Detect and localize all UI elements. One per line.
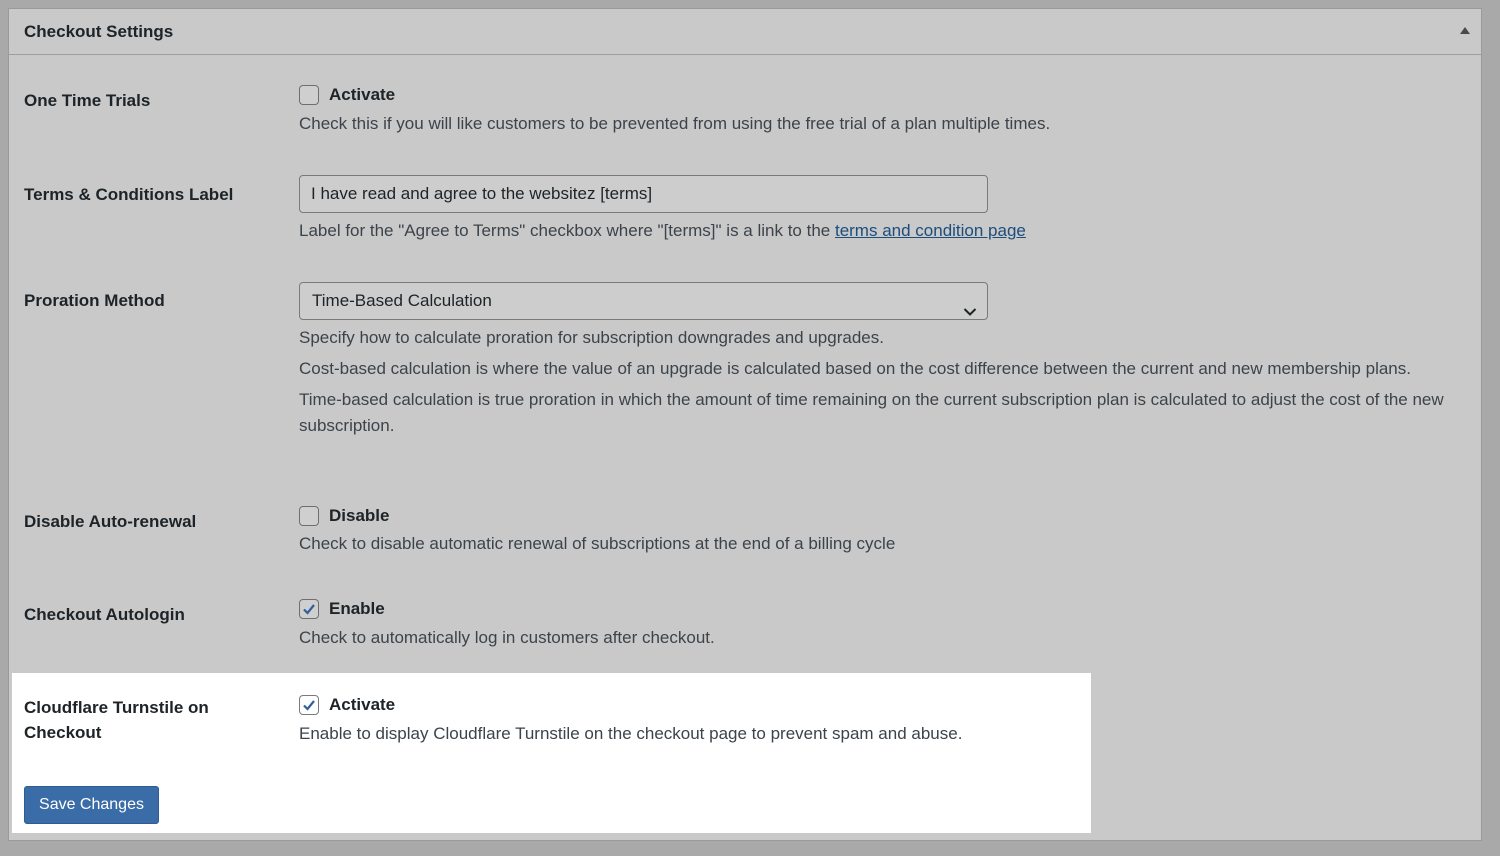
field-cloudflare-turnstile: Activate Enable to display Cloudflare Tu… (299, 694, 962, 747)
auto-renewal-checkbox[interactable] (299, 506, 319, 526)
one-time-trials-checkbox[interactable] (299, 85, 319, 105)
checkmark-icon (303, 700, 315, 711)
proration-selected-value: Time-Based Calculation (312, 291, 492, 310)
autologin-checkbox-label[interactable]: Enable (329, 599, 385, 619)
auto-renewal-checkbox-label[interactable]: Disable (329, 506, 389, 526)
terms-description: Label for the "Agree to Terms" checkbox … (299, 218, 1026, 244)
label-cloudflare-turnstile: Cloudflare Turnstile on Checkout (24, 695, 209, 745)
label-checkout-autologin: Checkout Autologin (24, 605, 185, 624)
collapse-toggle-icon[interactable] (1457, 23, 1473, 39)
field-checkout-autologin: Enable Check to automatically log in cus… (299, 598, 715, 651)
chevron-down-icon (963, 294, 977, 329)
turnstile-checkbox[interactable] (299, 695, 319, 715)
auto-renewal-description: Check to disable automatic renewal of su… (299, 534, 896, 553)
label-one-time-trials: One Time Trials (24, 91, 151, 110)
label-disable-auto-renewal: Disable Auto-renewal (24, 512, 197, 531)
label-proration-method: Proration Method (24, 291, 165, 310)
proration-method-select[interactable]: Time-Based Calculation (299, 282, 988, 320)
turnstile-checkbox-label[interactable]: Activate (329, 695, 395, 715)
checkmark-icon (303, 604, 315, 615)
turnstile-description: Enable to display Cloudflare Turnstile o… (299, 724, 963, 743)
field-proration-method: Time-Based Calculation Specify how to ca… (299, 282, 1459, 439)
terms-description-text: Label for the "Agree to Terms" checkbox … (299, 221, 835, 240)
terms-label-input[interactable]: I have read and agree to the websitez [t… (299, 175, 988, 213)
proration-description-3: Time-based calculation is true proration… (299, 390, 1444, 435)
panel-header: Checkout Settings (9, 9, 1481, 55)
field-one-time-trials: Activate Check this if you will like cus… (299, 84, 1050, 137)
terms-condition-page-link[interactable]: terms and condition page (835, 221, 1026, 240)
turnstile-label-line2: Checkout (24, 723, 102, 742)
save-changes-button[interactable]: Save Changes (24, 786, 159, 824)
field-terms-conditions: I have read and agree to the websitez [t… (299, 175, 1026, 244)
proration-description-2: Cost-based calculation is where the valu… (299, 359, 1411, 378)
one-time-trials-description: Check this if you will like customers to… (299, 114, 1051, 133)
panel-title: Checkout Settings (24, 22, 174, 41)
label-terms-conditions: Terms & Conditions Label (24, 185, 234, 204)
one-time-trials-checkbox-label[interactable]: Activate (329, 85, 395, 105)
field-disable-auto-renewal: Disable Check to disable automatic renew… (299, 505, 895, 557)
proration-description-1: Specify how to calculate proration for s… (299, 328, 884, 347)
autologin-description: Check to automatically log in customers … (299, 628, 715, 647)
turnstile-label-line1: Cloudflare Turnstile on (24, 698, 209, 717)
autologin-checkbox[interactable] (299, 599, 319, 619)
